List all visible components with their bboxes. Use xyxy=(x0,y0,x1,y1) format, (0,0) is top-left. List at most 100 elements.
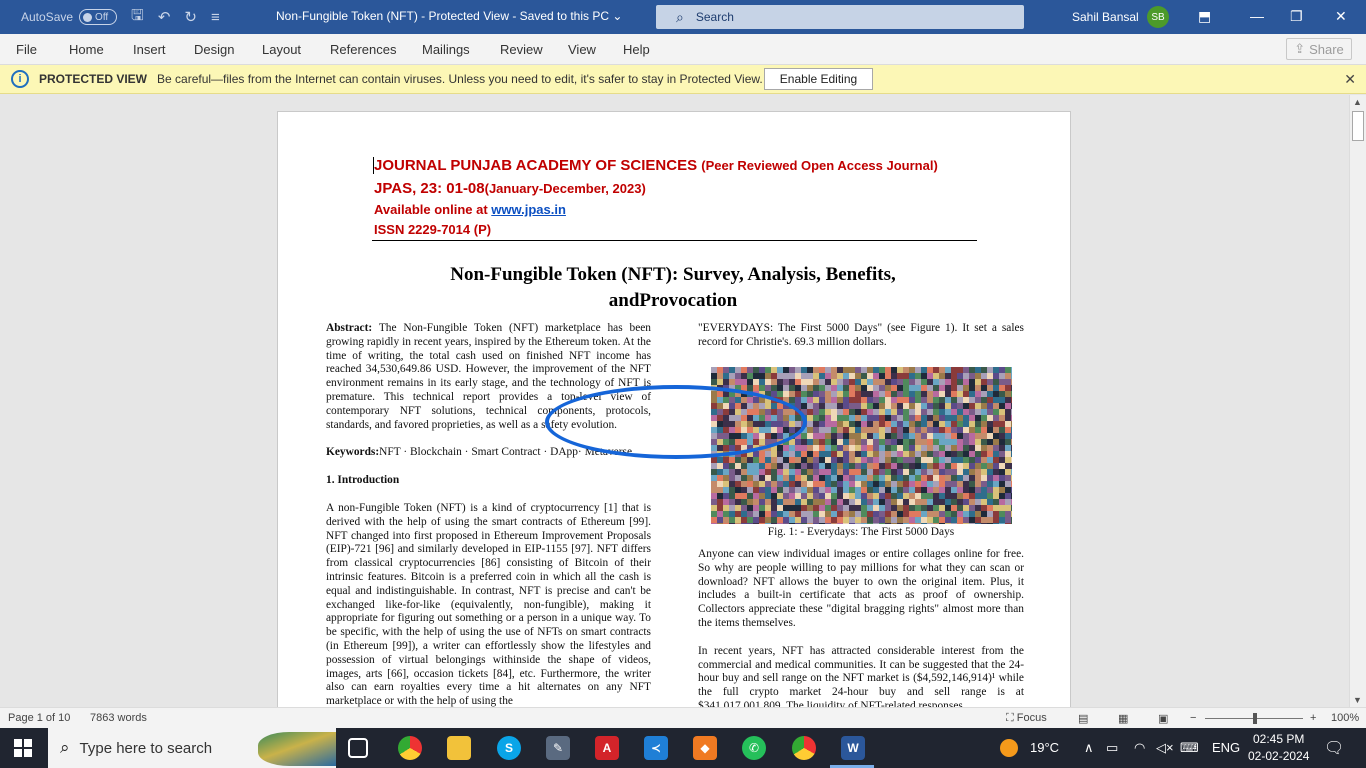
close-icon[interactable]: ✕ xyxy=(1335,8,1347,25)
enable-editing-button[interactable]: Enable Editing xyxy=(764,68,873,90)
collage-tile xyxy=(711,493,717,499)
collage-tile xyxy=(867,439,873,445)
tab-insert[interactable]: Insert xyxy=(133,42,166,57)
collage-tile xyxy=(711,409,717,415)
tab-mailings[interactable]: Mailings xyxy=(422,42,470,57)
zoom-out-icon[interactable]: − xyxy=(1190,712,1196,724)
avatar[interactable]: SB xyxy=(1147,6,1169,28)
undo-icon[interactable]: ↶ xyxy=(158,8,171,26)
close-icon[interactable]: ✕ xyxy=(1344,71,1356,88)
journal-link[interactable]: www.jpas.in xyxy=(491,202,566,217)
notifications-icon[interactable]: 🗨 xyxy=(1324,738,1344,758)
collage-tile xyxy=(975,367,981,373)
collage-tile xyxy=(765,397,771,403)
page-count[interactable]: Page 1 of 10 xyxy=(8,712,70,724)
collage-tile xyxy=(927,487,933,493)
customize-quick-access-icon[interactable]: ≡ xyxy=(211,9,220,26)
codeblocks-icon[interactable]: ◆ xyxy=(693,736,717,760)
weather-temperature[interactable]: 19°C xyxy=(1030,740,1059,755)
word-count[interactable]: 7863 words xyxy=(90,712,147,724)
wifi-icon[interactable]: ◠ xyxy=(1134,740,1145,756)
collage-tile xyxy=(891,385,897,391)
print-layout-icon[interactable]: ▦ xyxy=(1118,712,1128,725)
tab-layout[interactable]: Layout xyxy=(262,42,301,57)
redo-icon[interactable]: ↻ xyxy=(184,8,197,26)
tab-references[interactable]: References xyxy=(330,42,396,57)
collage-tile xyxy=(885,487,891,493)
volume-icon[interactable]: ◁× xyxy=(1156,740,1174,756)
collage-tile xyxy=(957,373,963,379)
zoom-in-icon[interactable]: + xyxy=(1310,712,1316,724)
scroll-thumb[interactable] xyxy=(1352,111,1364,141)
whatsapp-icon[interactable]: ✆ xyxy=(742,736,766,760)
collage-tile xyxy=(765,439,771,445)
document-area[interactable]: JOURNAL PUNJAB ACADEMY OF SCIENCES (Peer… xyxy=(0,95,1349,707)
document-title[interactable]: Non-Fungible Token (NFT) - Protected Vie… xyxy=(276,9,622,23)
share-button[interactable]: ⇪ Share xyxy=(1286,38,1352,60)
journal-name-sub: (Peer Reviewed Open Access Journal) xyxy=(701,158,938,173)
collage-tile xyxy=(963,373,969,379)
vscode-icon[interactable]: ≺ xyxy=(644,736,668,760)
autosave-toggle[interactable]: Off xyxy=(79,9,118,25)
restore-icon[interactable]: ❐ xyxy=(1290,8,1303,25)
file-explorer-icon[interactable] xyxy=(447,736,471,760)
ribbon-display-icon[interactable]: ⬒ xyxy=(1198,8,1211,25)
collage-tile xyxy=(1005,481,1011,487)
vertical-scrollbar[interactable]: ▲ ▼ xyxy=(1349,95,1366,707)
keyboard-icon[interactable]: ⌨ xyxy=(1180,740,1199,756)
collage-tile xyxy=(819,487,825,493)
tab-file[interactable]: File xyxy=(16,42,37,57)
word-icon[interactable]: W xyxy=(841,736,865,760)
collage-tile xyxy=(831,421,837,427)
taskbar-search[interactable]: ⌕ Type here to search xyxy=(48,728,336,768)
language-indicator[interactable]: ENG xyxy=(1212,740,1240,755)
tab-help[interactable]: Help xyxy=(623,42,650,57)
collage-tile xyxy=(837,439,843,445)
search-box[interactable]: ⌕ Search xyxy=(656,5,1024,29)
tab-view[interactable]: View xyxy=(568,42,596,57)
collage-tile xyxy=(861,499,867,505)
minimize-icon[interactable]: — xyxy=(1250,8,1264,24)
weather-sun-icon[interactable] xyxy=(1000,739,1018,757)
collage-tile xyxy=(765,403,771,409)
collage-tile xyxy=(963,451,969,457)
collage-tile xyxy=(777,493,783,499)
task-view-icon[interactable] xyxy=(348,738,368,758)
chrome-profile-icon[interactable] xyxy=(792,736,816,760)
collage-tile xyxy=(981,427,987,433)
scroll-down-icon[interactable]: ▼ xyxy=(1353,695,1362,705)
web-layout-icon[interactable]: ▣ xyxy=(1158,712,1168,725)
collage-tile xyxy=(759,457,765,463)
collage-tile xyxy=(1011,391,1012,397)
collage-tile xyxy=(951,517,957,523)
collage-tile xyxy=(1005,397,1011,403)
scroll-up-icon[interactable]: ▲ xyxy=(1353,97,1362,107)
collage-tile xyxy=(717,445,723,451)
acrobat-icon[interactable]: A xyxy=(595,736,619,760)
collage-tile xyxy=(777,373,783,379)
chrome-icon[interactable] xyxy=(398,736,422,760)
battery-icon[interactable]: ▭ xyxy=(1106,740,1118,756)
chevron-up-icon[interactable]: ∧ xyxy=(1084,740,1094,756)
autosave[interactable]: AutoSave Off xyxy=(21,9,118,25)
read-mode-icon[interactable]: ▤ xyxy=(1078,712,1088,725)
collage-tile xyxy=(819,445,825,451)
collage-tile xyxy=(975,385,981,391)
focus-mode[interactable]: ⛶ Focus xyxy=(1006,712,1047,725)
tab-review[interactable]: Review xyxy=(500,42,543,57)
windows-start-icon[interactable] xyxy=(14,739,32,757)
everydays-collage-image[interactable] xyxy=(711,367,1012,524)
user-name[interactable]: Sahil Bansal xyxy=(1072,10,1139,24)
tab-design[interactable]: Design xyxy=(194,42,234,57)
clock[interactable]: 02:45 PM 02-02-2024 xyxy=(1248,731,1309,765)
skype-icon[interactable]: S xyxy=(497,736,521,760)
collage-tile xyxy=(885,379,891,385)
paint-icon[interactable]: ✎ xyxy=(546,736,570,760)
document-page[interactable]: JOURNAL PUNJAB ACADEMY OF SCIENCES (Peer… xyxy=(277,111,1071,707)
zoom-level[interactable]: 100% xyxy=(1331,712,1359,724)
zoom-slider-thumb[interactable] xyxy=(1253,713,1257,724)
collage-tile xyxy=(963,493,969,499)
collage-tile xyxy=(939,439,945,445)
save-icon[interactable]: 🖫 xyxy=(131,5,144,30)
tab-home[interactable]: Home xyxy=(69,42,104,57)
